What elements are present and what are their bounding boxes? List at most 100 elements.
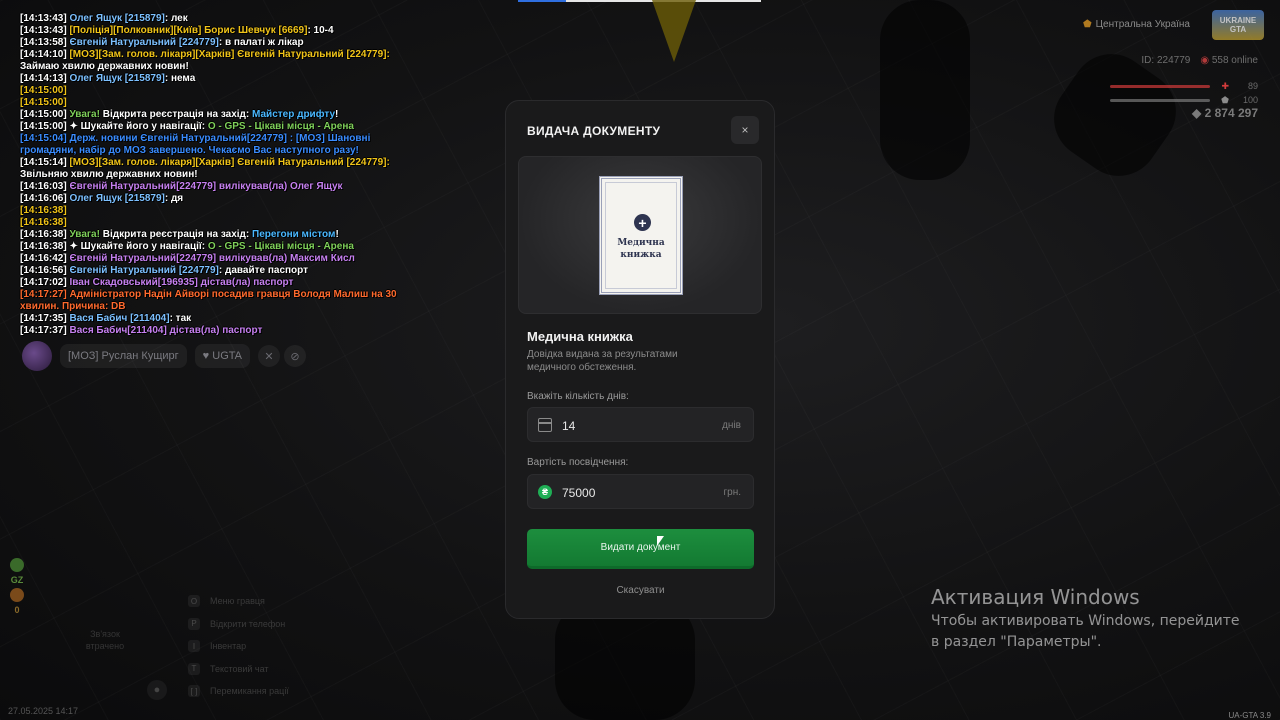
price-field: ₴ 75000 грн. [527,474,754,509]
chat-segment: ! [335,109,339,120]
chat-line: [14:16:06] Олег Ящук [215879]: дя [20,193,400,205]
mic-muted-icon: ✕ [258,345,280,367]
armor-bar [1110,99,1210,102]
status-column: GZ 0 [9,558,25,615]
server-logo: UKRAINE GTA [1212,10,1264,40]
health-value: 89 [1247,81,1258,91]
document-card: + Медична книжка [599,176,683,295]
chat-segment: Олег Ящук [215879] [69,193,165,204]
chat-line: [14:14:13] Олег Ящук [215879]: нема [20,73,400,85]
document-card-title: Медична книжка [617,238,665,260]
progress-bar [518,0,761,2]
chat-line: [14:15:00] Увага! Відкрита реєстрація на… [20,109,400,121]
chat-segment: Майстер дрифту [252,109,336,120]
chat-segment: [14:16:38] [20,217,67,228]
price-value: 75000 [562,486,596,500]
chat-segment: [14:16:38] ✦ Шукайте його у навігації: [20,241,208,252]
chat-line: [14:14:10] [МОЗ][Зам. голов. лікаря][Хар… [20,49,400,61]
shield-icon: ⬟ [1082,19,1092,30]
voice-indicator: [МОЗ] Руслан Кущирг ♥ UGTA ✕ ⊘ [22,341,306,371]
key-cap: O [188,595,200,608]
chat-segment: [14:16:38] [20,229,70,240]
chat-segment: : 10-4 [307,25,334,36]
chat-segment: [14:14:13] [20,73,70,84]
status-count: 0 [14,605,20,615]
chat-line: Займаю хвилю державних новин! [20,61,400,73]
price-label: Вартість посвідчення: [527,457,629,468]
chat-segment: O - GPS - Цікаві місця - Арена [207,121,354,132]
chat-line: [14:13:58] Євгеній Натуральний [224779]:… [20,37,400,49]
chat-segment: Увага! [69,109,103,120]
windows-activation-watermark: Активация Windows Чтобы активировать Win… [931,585,1241,653]
marker-cone [652,0,696,62]
connection-lost-label: Зв'язок втрачено [85,629,125,651]
heart-icon: ♥ [202,350,213,362]
key-cap: I [188,640,200,653]
chat-segment: [14:17:35] [20,313,70,324]
document-preview: + Медична книжка [518,156,762,314]
armor-icon: ⬟ [1221,95,1229,105]
chat-segment: : лек [164,13,188,24]
key-hint-label: Перемикання рації [210,686,289,697]
chat-segment: Вася Бабич [211404] [69,313,170,324]
issue-document-modal: ВИДАЧА ДОКУМЕНТУ × + Медична книжка Меди… [505,100,775,619]
close-button[interactable]: × [731,116,759,144]
chat-segment: Відкрита реєстрація на захід: [102,109,253,120]
key-cap: P [188,617,200,630]
key-hint: [ ] Перемикання рації [188,680,289,703]
chat-segment: [14:15:00] [20,109,70,120]
chat-segment: [14:13:43] [20,25,70,36]
chat-segment: [14:15:00] ✦ Шукайте його у навігації: [20,121,208,132]
windows-activation-text: Чтобы активировать Windows, перейдите в … [931,613,1240,650]
chat-segment: [14:16:06] [20,193,70,204]
chat-segment: Євгеній Натуральний[224779] вилікував(ла… [69,253,355,264]
days-value: 14 [562,419,576,433]
days-label: Вкажіть кількість днів: [527,391,629,402]
chat-line: [14:13:43] Олег Ящук [215879]: лек [20,13,400,25]
health-bar [1110,85,1210,88]
status-icon-orange [10,588,24,602]
chat-line: [14:16:03] Євгеній Натуральний[224779] в… [20,181,400,193]
sound-muted-icon: ⊘ [284,345,306,367]
chat-line: [14:16:38] Увага! Відкрита реєстрація на… [20,229,400,241]
mic-icon: ● [147,680,167,700]
key-hint-label: Меню гравця [210,596,265,607]
chat-segment: Євгеній Натуральний [224779] [69,37,219,48]
chat-segment: : в палаті ж лікар [218,37,304,48]
plus-icon: + [634,214,651,231]
chat-segment: : нема [164,73,196,84]
days-unit: днів [722,420,741,431]
key-hint: O Меню гравця [188,590,289,613]
key-hint: P Відкрити телефон [188,613,289,636]
chat-segment: Вася Бабич[211404] дістав(ла) паспорт [69,325,263,336]
document-description: Довідка видана за результатами медичного… [527,349,678,373]
chat-line: [14:15:00] [20,97,400,109]
chat-segment: : давайте паспорт [218,265,309,276]
key-hint-label: Відкрити телефон [210,618,286,629]
cancel-button[interactable]: Скасувати [527,585,754,601]
chat-segment: ! [335,229,339,240]
key-cap: [ ] [188,685,200,698]
chat-segment: [14:17:27] Адміністратор Надін Айворі по… [20,289,397,312]
online-icon: ◉ [1200,55,1212,66]
chat-line: [14:16:38] [20,217,400,229]
chat-line: [14:16:38] ✦ Шукайте його у навігації: O… [20,241,400,253]
gz-label: GZ [10,575,24,585]
avatar [22,341,52,371]
chat-segment: : дя [164,193,184,204]
chat-segment: [14:17:02] [20,277,70,288]
money-amount: ◆ 2 874 297 [1192,106,1258,120]
chat-segment: : так [169,313,192,324]
chat-segment: [МОЗ][Зам. голов. лікаря][Харків] Євгені… [69,157,390,168]
issue-document-button[interactable]: Видати документ [527,529,754,569]
chat-log: [14:13:43] Олег Ящук [215879]: лек [14:13… [20,13,400,337]
chat-segment: [14:13:43] [20,13,70,24]
days-input[interactable]: 14 днів [527,407,754,442]
price-unit: грн. [723,487,741,498]
wallet-icon: ◆ [1192,106,1205,120]
chat-segment: [14:15:04] Держ. новини Євгеній Натураль… [20,133,371,156]
chat-segment: Євгеній Натуральний [224779] [69,265,219,276]
key-hint-label: Інвентар [210,641,247,652]
chat-segment: [14:14:10] [20,49,70,60]
chat-segment: O - GPS - Цікаві місця - Арена [207,241,354,252]
